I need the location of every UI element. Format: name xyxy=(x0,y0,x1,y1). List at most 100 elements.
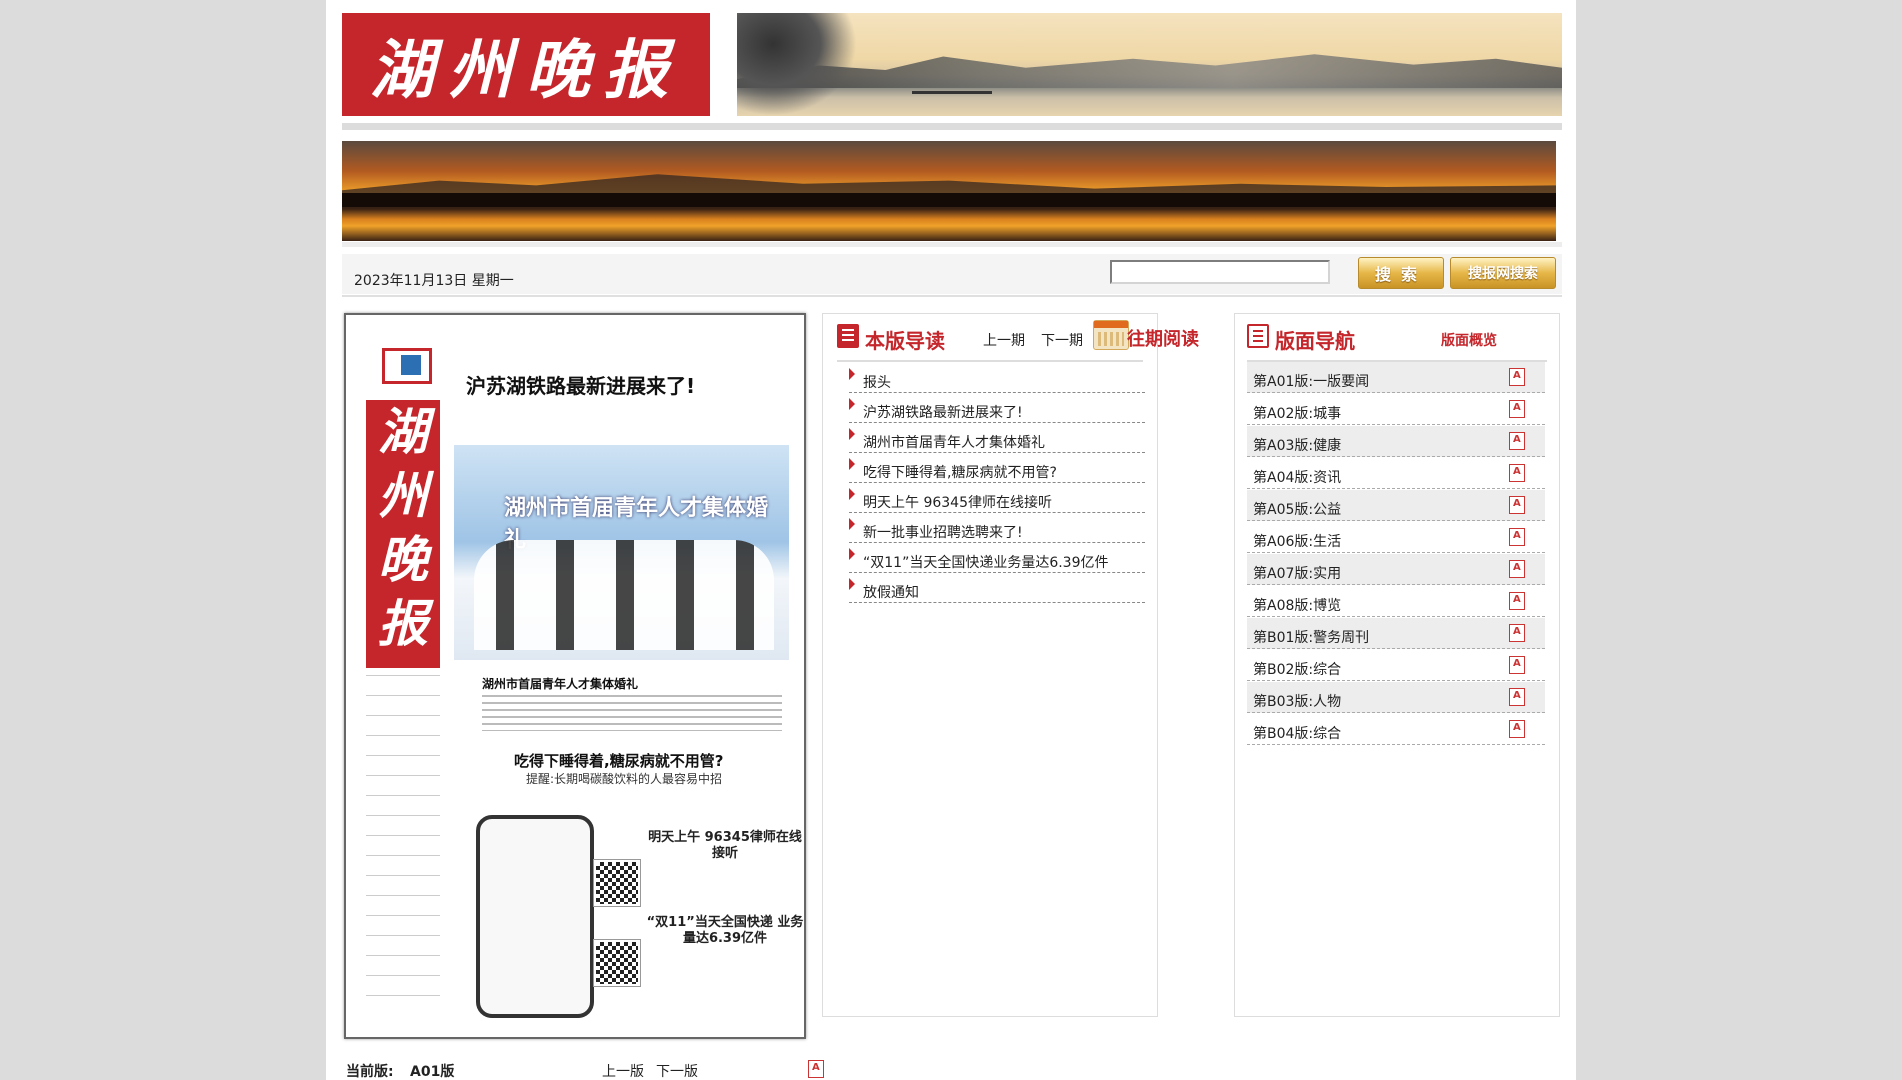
pdf-icon[interactable] xyxy=(808,1060,824,1078)
edition-link[interactable]: 第A05版:公益 xyxy=(1253,499,1341,519)
pdf-icon[interactable] xyxy=(1509,368,1525,386)
edition-item[interactable]: 第A04版:资讯 xyxy=(1247,458,1545,489)
site-logo[interactable]: 湖州晚报 xyxy=(342,13,710,116)
edition-item[interactable]: 第A03版:健康 xyxy=(1247,426,1545,457)
edition-link[interactable]: 第B03版:人物 xyxy=(1253,691,1341,711)
article-item[interactable]: 沪苏湖铁路最新进展来了! xyxy=(849,394,1145,423)
pdf-icon[interactable] xyxy=(1509,592,1525,610)
paper-lawyer-headline[interactable]: 明天上午 96345律师在线接听 xyxy=(646,830,804,862)
search-button[interactable]: 搜索 xyxy=(1358,257,1444,289)
edition-link[interactable]: 第A07版:实用 xyxy=(1253,563,1341,583)
article-title[interactable]: 吃得下睡得着,糖尿病就不用管? xyxy=(863,462,1057,482)
article-item[interactable]: 新一批事业招聘选聘来了! xyxy=(849,514,1145,543)
paper-health-headline[interactable]: 吃得下睡得着,糖尿病就不用管? xyxy=(514,750,723,771)
edition-item[interactable]: 第B04版:综合 xyxy=(1247,714,1545,745)
pdf-icon[interactable] xyxy=(1509,528,1525,546)
pdf-icon[interactable] xyxy=(1509,496,1525,514)
pdf-icon[interactable] xyxy=(1509,656,1525,674)
article-item[interactable]: “双11”当天全国快递业务量达6.39亿件 xyxy=(849,544,1145,573)
edition-item[interactable]: 第A05版:公益 xyxy=(1247,490,1545,521)
toolbar-divider xyxy=(342,295,1562,297)
next-edition-link[interactable]: 下一版 xyxy=(656,1061,698,1080)
paper-headline[interactable]: 沪苏湖铁路最新进展来了! xyxy=(466,370,695,399)
next-issue-link[interactable]: 下一期 xyxy=(1041,330,1083,350)
edition-link[interactable]: 第A01版:一版要闻 xyxy=(1253,371,1369,391)
site-logo-text: 湖州晚报 xyxy=(370,32,682,108)
triangle-bullet-icon xyxy=(849,488,855,500)
guide-title: 本版导读 xyxy=(865,329,945,353)
paper-phone-graphic xyxy=(476,815,594,1018)
edition-link[interactable]: 第A03版:健康 xyxy=(1253,435,1341,455)
edition-link[interactable]: 第B01版:警务周刊 xyxy=(1253,627,1369,647)
article-title[interactable]: 明天上午 96345律师在线接听 xyxy=(863,492,1052,512)
calendar-icon[interactable] xyxy=(1093,320,1129,350)
edition-item[interactable]: 第A01版:一版要闻 xyxy=(1247,362,1545,393)
paper-health-subhead: 提醒:长期喝碳酸饮料的人最容易中招 xyxy=(526,772,723,786)
edition-item[interactable]: 第A06版:生活 xyxy=(1247,522,1545,553)
article-title[interactable]: 放假通知 xyxy=(863,582,919,602)
paper-photo-people xyxy=(474,540,774,650)
triangle-bullet-icon xyxy=(849,398,855,410)
paper-express-headline[interactable]: “双11”当天全国快递 业务量达6.39亿件 xyxy=(646,915,804,947)
edition-nav-title: 版面导航 xyxy=(1275,329,1355,353)
current-edition-bar: 当前版: A01版 上一版 下一版 xyxy=(346,1055,824,1080)
article-item[interactable]: 放假通知 xyxy=(849,574,1145,603)
triangle-bullet-icon xyxy=(849,368,855,380)
pdf-icon[interactable] xyxy=(1509,720,1525,738)
page: 湖州晚报 2023年11月13日 星期一 搜索 搜报网搜索 湖州晚报 沪苏湖铁路… xyxy=(326,0,1576,1080)
page-preview[interactable]: 湖州晚报 沪苏湖铁路最新进展来了! 湖州市首届青年人才集体婚礼 湖州市首届青年人… xyxy=(344,313,806,1039)
article-title[interactable]: “双11”当天全国快递业务量达6.39亿件 xyxy=(863,552,1109,572)
triangle-bullet-icon xyxy=(849,458,855,470)
edition-item[interactable]: 第B03版:人物 xyxy=(1247,682,1545,713)
guide-panel: 本版导读 上一期 下一期 报头 沪苏湖铁路最新进展来了! 湖州市首届青年人才集体… xyxy=(822,313,1158,1017)
article-title[interactable]: 新一批事业招聘选聘来了! xyxy=(863,522,1023,542)
article-item[interactable]: 吃得下睡得着,糖尿病就不用管? xyxy=(849,454,1145,483)
edition-item[interactable]: 第B01版:警务周刊 xyxy=(1247,618,1545,649)
archive-link[interactable]: 往期阅读 xyxy=(1127,325,1199,351)
edition-nav-header: 版面导航 版面概览 xyxy=(1235,314,1559,360)
document-icon xyxy=(837,324,859,348)
article-item[interactable]: 湖州市首届青年人才集体婚礼 xyxy=(849,424,1145,453)
pier-silhouette xyxy=(912,91,992,110)
edition-item[interactable]: 第A08版:博览 xyxy=(1247,586,1545,617)
pdf-icon[interactable] xyxy=(1509,464,1525,482)
triangle-bullet-icon xyxy=(849,518,855,530)
prev-edition-link[interactable]: 上一版 xyxy=(602,1061,644,1080)
edition-link[interactable]: 第A04版:资讯 xyxy=(1253,467,1341,487)
edition-link[interactable]: 第B02版:综合 xyxy=(1253,659,1341,679)
prev-issue-link[interactable]: 上一期 xyxy=(983,330,1025,350)
toolbar: 2023年11月13日 星期一 搜索 搜报网搜索 xyxy=(342,254,1562,294)
treeline-silhouette xyxy=(342,193,1556,207)
guide-header: 本版导读 上一期 下一期 xyxy=(823,314,1157,360)
edition-nav-panel: 版面导航 版面概览 第A01版:一版要闻 第A02版:城事 第A03版:健康 第… xyxy=(1234,313,1560,1017)
pdf-icon[interactable] xyxy=(1509,400,1525,418)
article-item[interactable]: 明天上午 96345律师在线接听 xyxy=(849,484,1145,513)
article-title[interactable]: 沪苏湖铁路最新进展来了! xyxy=(863,402,1023,422)
edition-item[interactable]: 第A02版:城事 xyxy=(1247,394,1545,425)
site-search-button[interactable]: 搜报网搜索 xyxy=(1450,257,1556,289)
search-input[interactable] xyxy=(1110,260,1330,284)
pdf-icon[interactable] xyxy=(1509,560,1525,578)
mountain-shape xyxy=(737,54,1562,88)
triangle-bullet-icon xyxy=(849,548,855,560)
current-date: 2023年11月13日 星期一 xyxy=(354,273,514,289)
edition-link[interactable]: 第A08版:博览 xyxy=(1253,595,1341,615)
edition-link[interactable]: 第A02版:城事 xyxy=(1253,403,1341,423)
edition-item[interactable]: 第B02版:综合 xyxy=(1247,650,1545,681)
edition-overview-link[interactable]: 版面概览 xyxy=(1441,330,1497,350)
paper-masthead: 湖州晚报 xyxy=(366,400,440,668)
article-title[interactable]: 湖州市首届青年人才集体婚礼 xyxy=(863,432,1045,452)
qr-code-icon xyxy=(593,939,641,987)
pdf-icon[interactable] xyxy=(1509,624,1525,642)
paper-wedding-photo[interactable]: 湖州市首届青年人才集体婚礼 xyxy=(454,445,789,660)
edition-link[interactable]: 第B04版:综合 xyxy=(1253,723,1341,743)
tree-silhouette xyxy=(737,13,857,116)
paper-photo-caption: 湖州市首届青年人才集体婚礼 xyxy=(482,677,639,691)
article-title[interactable]: 报头 xyxy=(863,372,891,392)
pdf-icon[interactable] xyxy=(1509,688,1525,706)
edition-item[interactable]: 第A07版:实用 xyxy=(1247,554,1545,585)
pdf-icon[interactable] xyxy=(1509,432,1525,450)
edition-link[interactable]: 第A06版:生活 xyxy=(1253,531,1341,551)
banner-divider xyxy=(342,242,1562,247)
article-item[interactable]: 报头 xyxy=(849,364,1145,393)
